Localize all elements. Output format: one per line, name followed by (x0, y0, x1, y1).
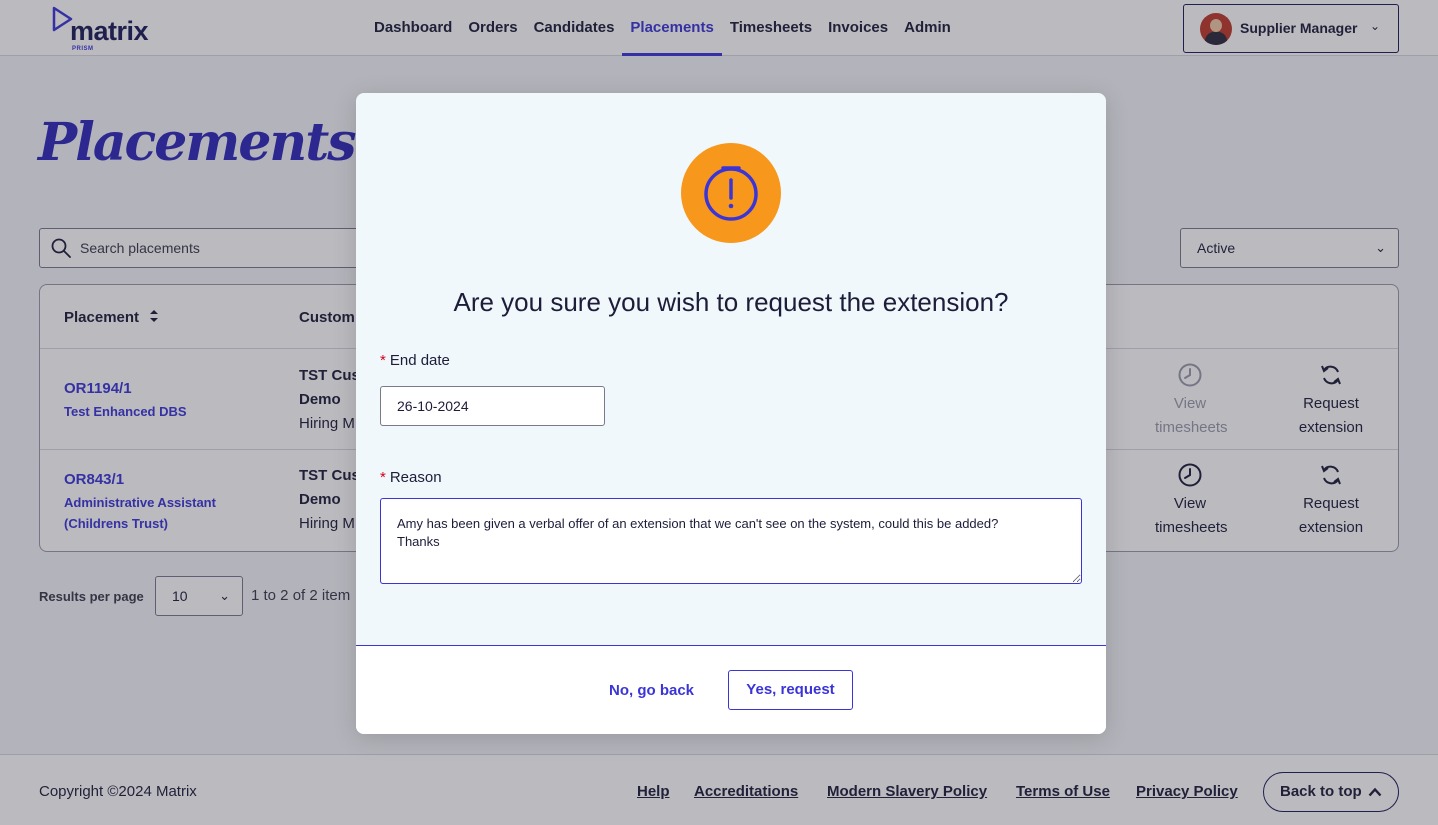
confirm-request-button[interactable]: Yes, request (728, 670, 853, 710)
reason-label: * Reason (380, 469, 442, 486)
end-date-input[interactable] (380, 386, 605, 426)
required-marker: * (380, 469, 386, 486)
required-marker: * (380, 352, 386, 369)
extension-request-dialog: Are you sure you wish to request the ext… (356, 93, 1106, 734)
dialog-title: Are you sure you wish to request the ext… (453, 287, 1009, 317)
warning-timer-icon (681, 143, 781, 243)
dialog-footer: No, go back Yes, request (356, 645, 1106, 734)
reason-textarea[interactable]: Amy has been given a verbal offer of an … (380, 498, 1082, 584)
end-date-label: * End date (380, 352, 450, 369)
cancel-button[interactable]: No, go back (596, 671, 707, 711)
